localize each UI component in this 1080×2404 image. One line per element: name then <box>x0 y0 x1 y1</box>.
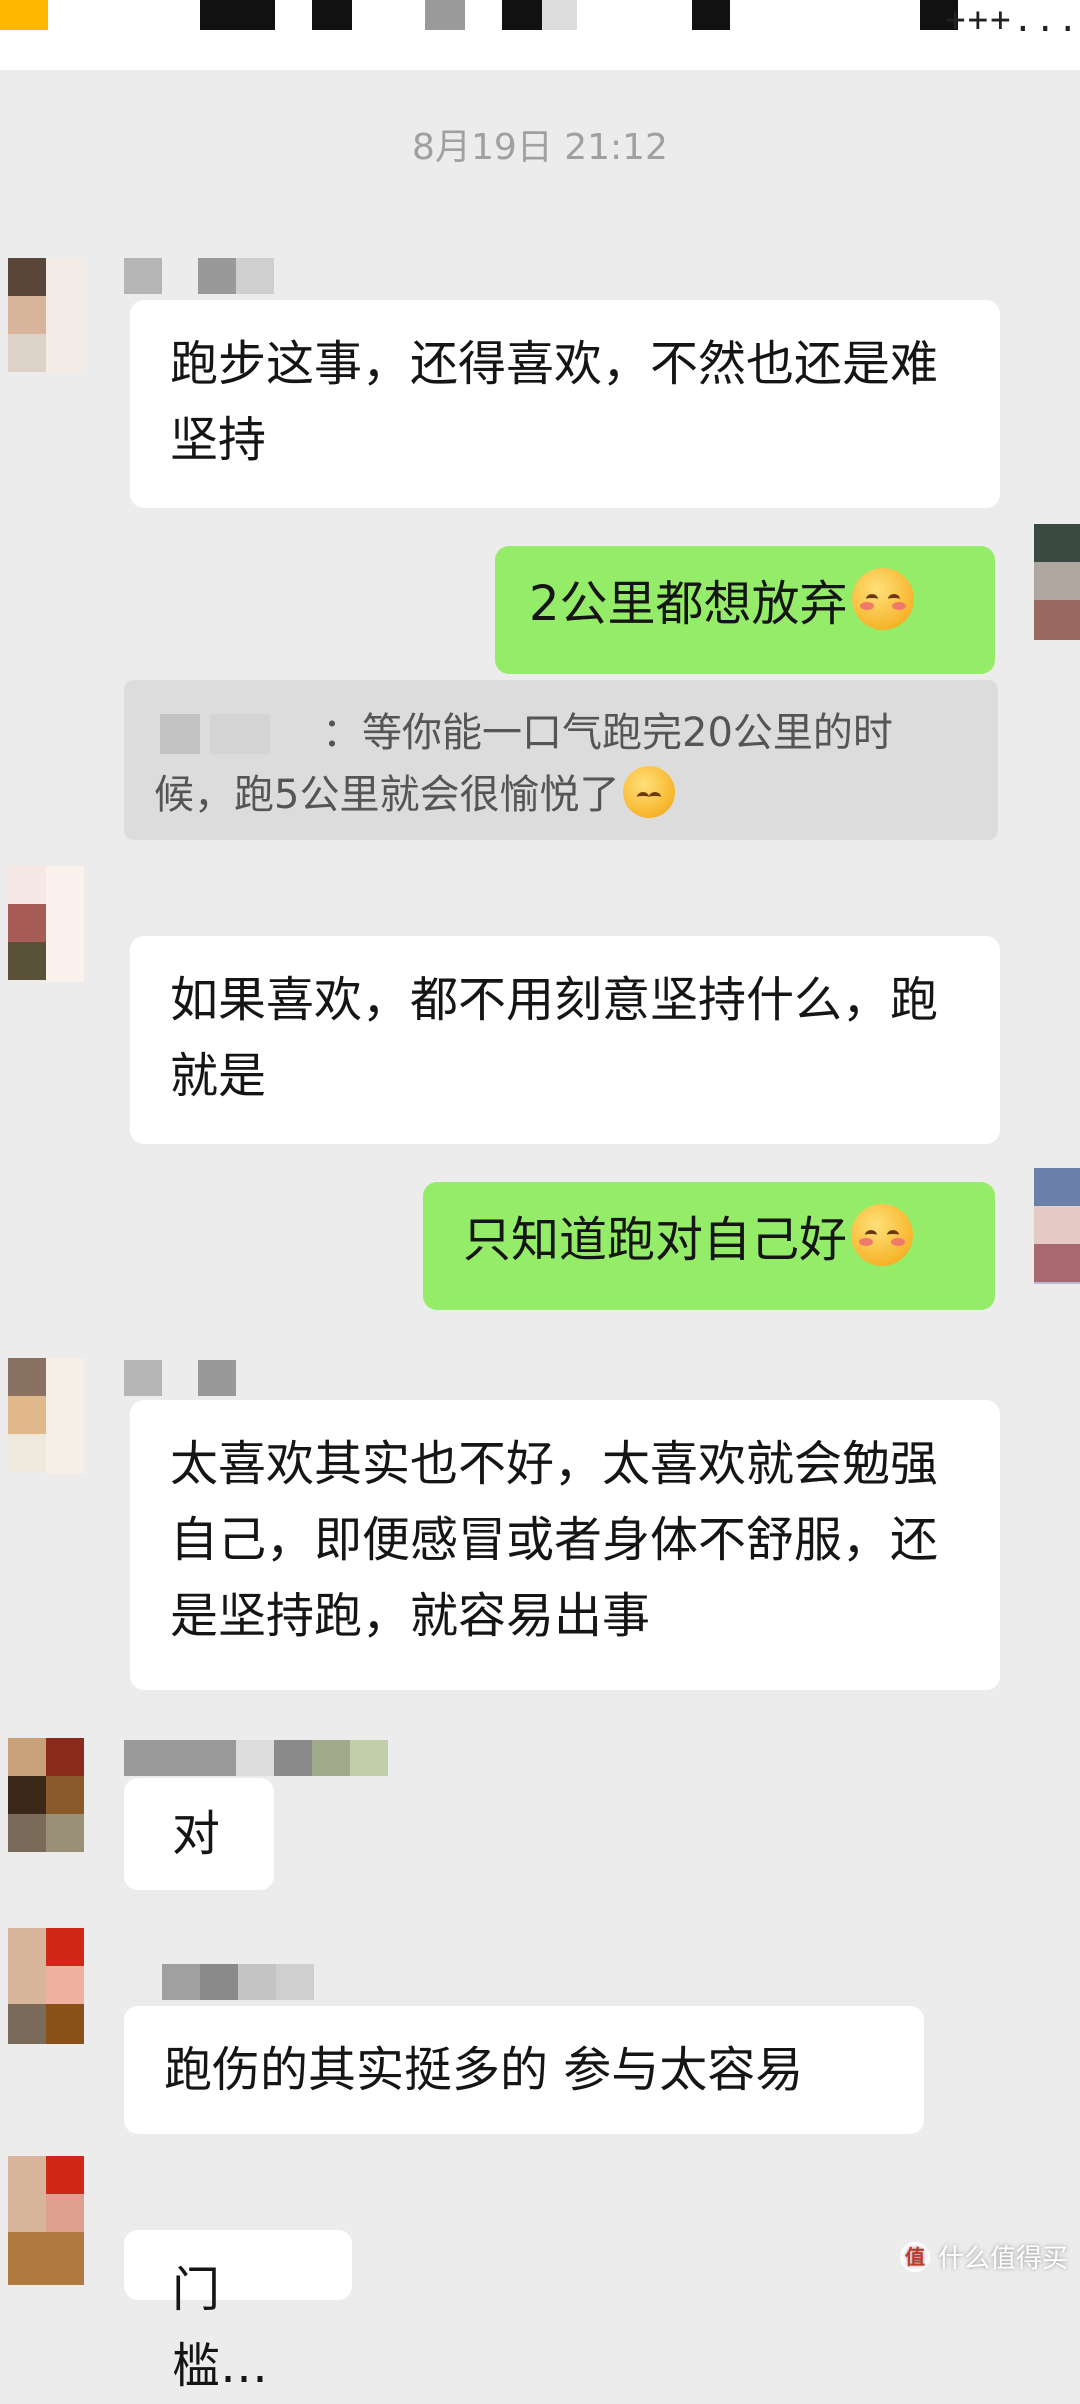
my-avatar[interactable] <box>1030 524 1080 640</box>
status-redaction <box>692 0 730 30</box>
smiling-blush-icon <box>851 1204 914 1266</box>
status-tail-text: +++... <box>945 0 1080 40</box>
my-message-bubble[interactable]: 2公里都想放弃 <box>495 546 995 674</box>
avatar[interactable] <box>0 866 88 982</box>
status-redaction <box>425 0 465 30</box>
thinking-face-icon <box>623 766 676 818</box>
message-bubble[interactable]: 跑步这事，还得喜欢，不然也还是难坚持 <box>130 300 1000 508</box>
message-text: 跑伤的其实挺多的 参与太容易 <box>164 2042 804 2098</box>
message-bubble[interactable]: 太喜欢其实也不好，太喜欢就会勉强自己，即便感冒或者身体不舒服，还是坚持跑，就容易… <box>130 1400 1000 1690</box>
avatar[interactable] <box>0 2156 88 2285</box>
watermark-text: 什么值得买 <box>937 2244 1068 2274</box>
status-redaction <box>312 0 352 30</box>
quoted-sender-redaction <box>160 714 200 754</box>
my-avatar[interactable] <box>1030 1168 1080 1284</box>
message-bubble[interactable]: 对 <box>124 1778 274 1890</box>
message-text: 门槛… <box>172 2262 269 2394</box>
watermark-logo-icon: 值 <box>899 2241 930 2272</box>
message-text: 2公里都想放弃 <box>529 576 848 632</box>
status-redaction <box>502 0 542 30</box>
avatar[interactable] <box>0 1358 88 1474</box>
message-bubble[interactable]: 如果喜欢，都不用刻意坚持什么，跑就是 <box>130 936 1000 1144</box>
message-text: 对 <box>172 1806 221 1862</box>
quoted-sender-redaction <box>210 714 270 754</box>
smiling-blush-icon <box>851 568 914 630</box>
avatar[interactable] <box>0 1928 88 2044</box>
status-redaction <box>200 0 275 30</box>
message-bubble[interactable]: 门槛… <box>124 2230 352 2394</box>
my-message-bubble[interactable]: 只知道跑对自己好 <box>423 1182 995 1310</box>
status-icon <box>0 0 48 30</box>
status-redaction <box>542 0 577 30</box>
chat-timestamp: 8月19日 21:12 <box>412 127 668 168</box>
avatar[interactable] <box>0 1738 88 1854</box>
site-watermark: 值 什么值得买 <box>899 2238 1068 2275</box>
message-text: 只知道跑对自己好 <box>463 1212 848 1268</box>
message-text: 如果喜欢，都不用刻意坚持什么，跑就是 <box>170 972 939 1104</box>
message-text: 太喜欢其实也不好，太喜欢就会勉强自己，即便感冒或者身体不舒服，还是坚持跑，就容易… <box>170 1436 939 1644</box>
message-bubble[interactable]: 跑伤的其实挺多的 参与太容易 <box>124 2006 924 2134</box>
quoted-message[interactable]: ：等你能一口气跑完20公里的时候，跑5公里就会很愉悦了 <box>124 680 998 840</box>
message-text: 跑步这事，还得喜欢，不然也还是难坚持 <box>170 336 939 468</box>
avatar[interactable] <box>0 258 88 374</box>
status-bar: +++... <box>0 0 1080 70</box>
